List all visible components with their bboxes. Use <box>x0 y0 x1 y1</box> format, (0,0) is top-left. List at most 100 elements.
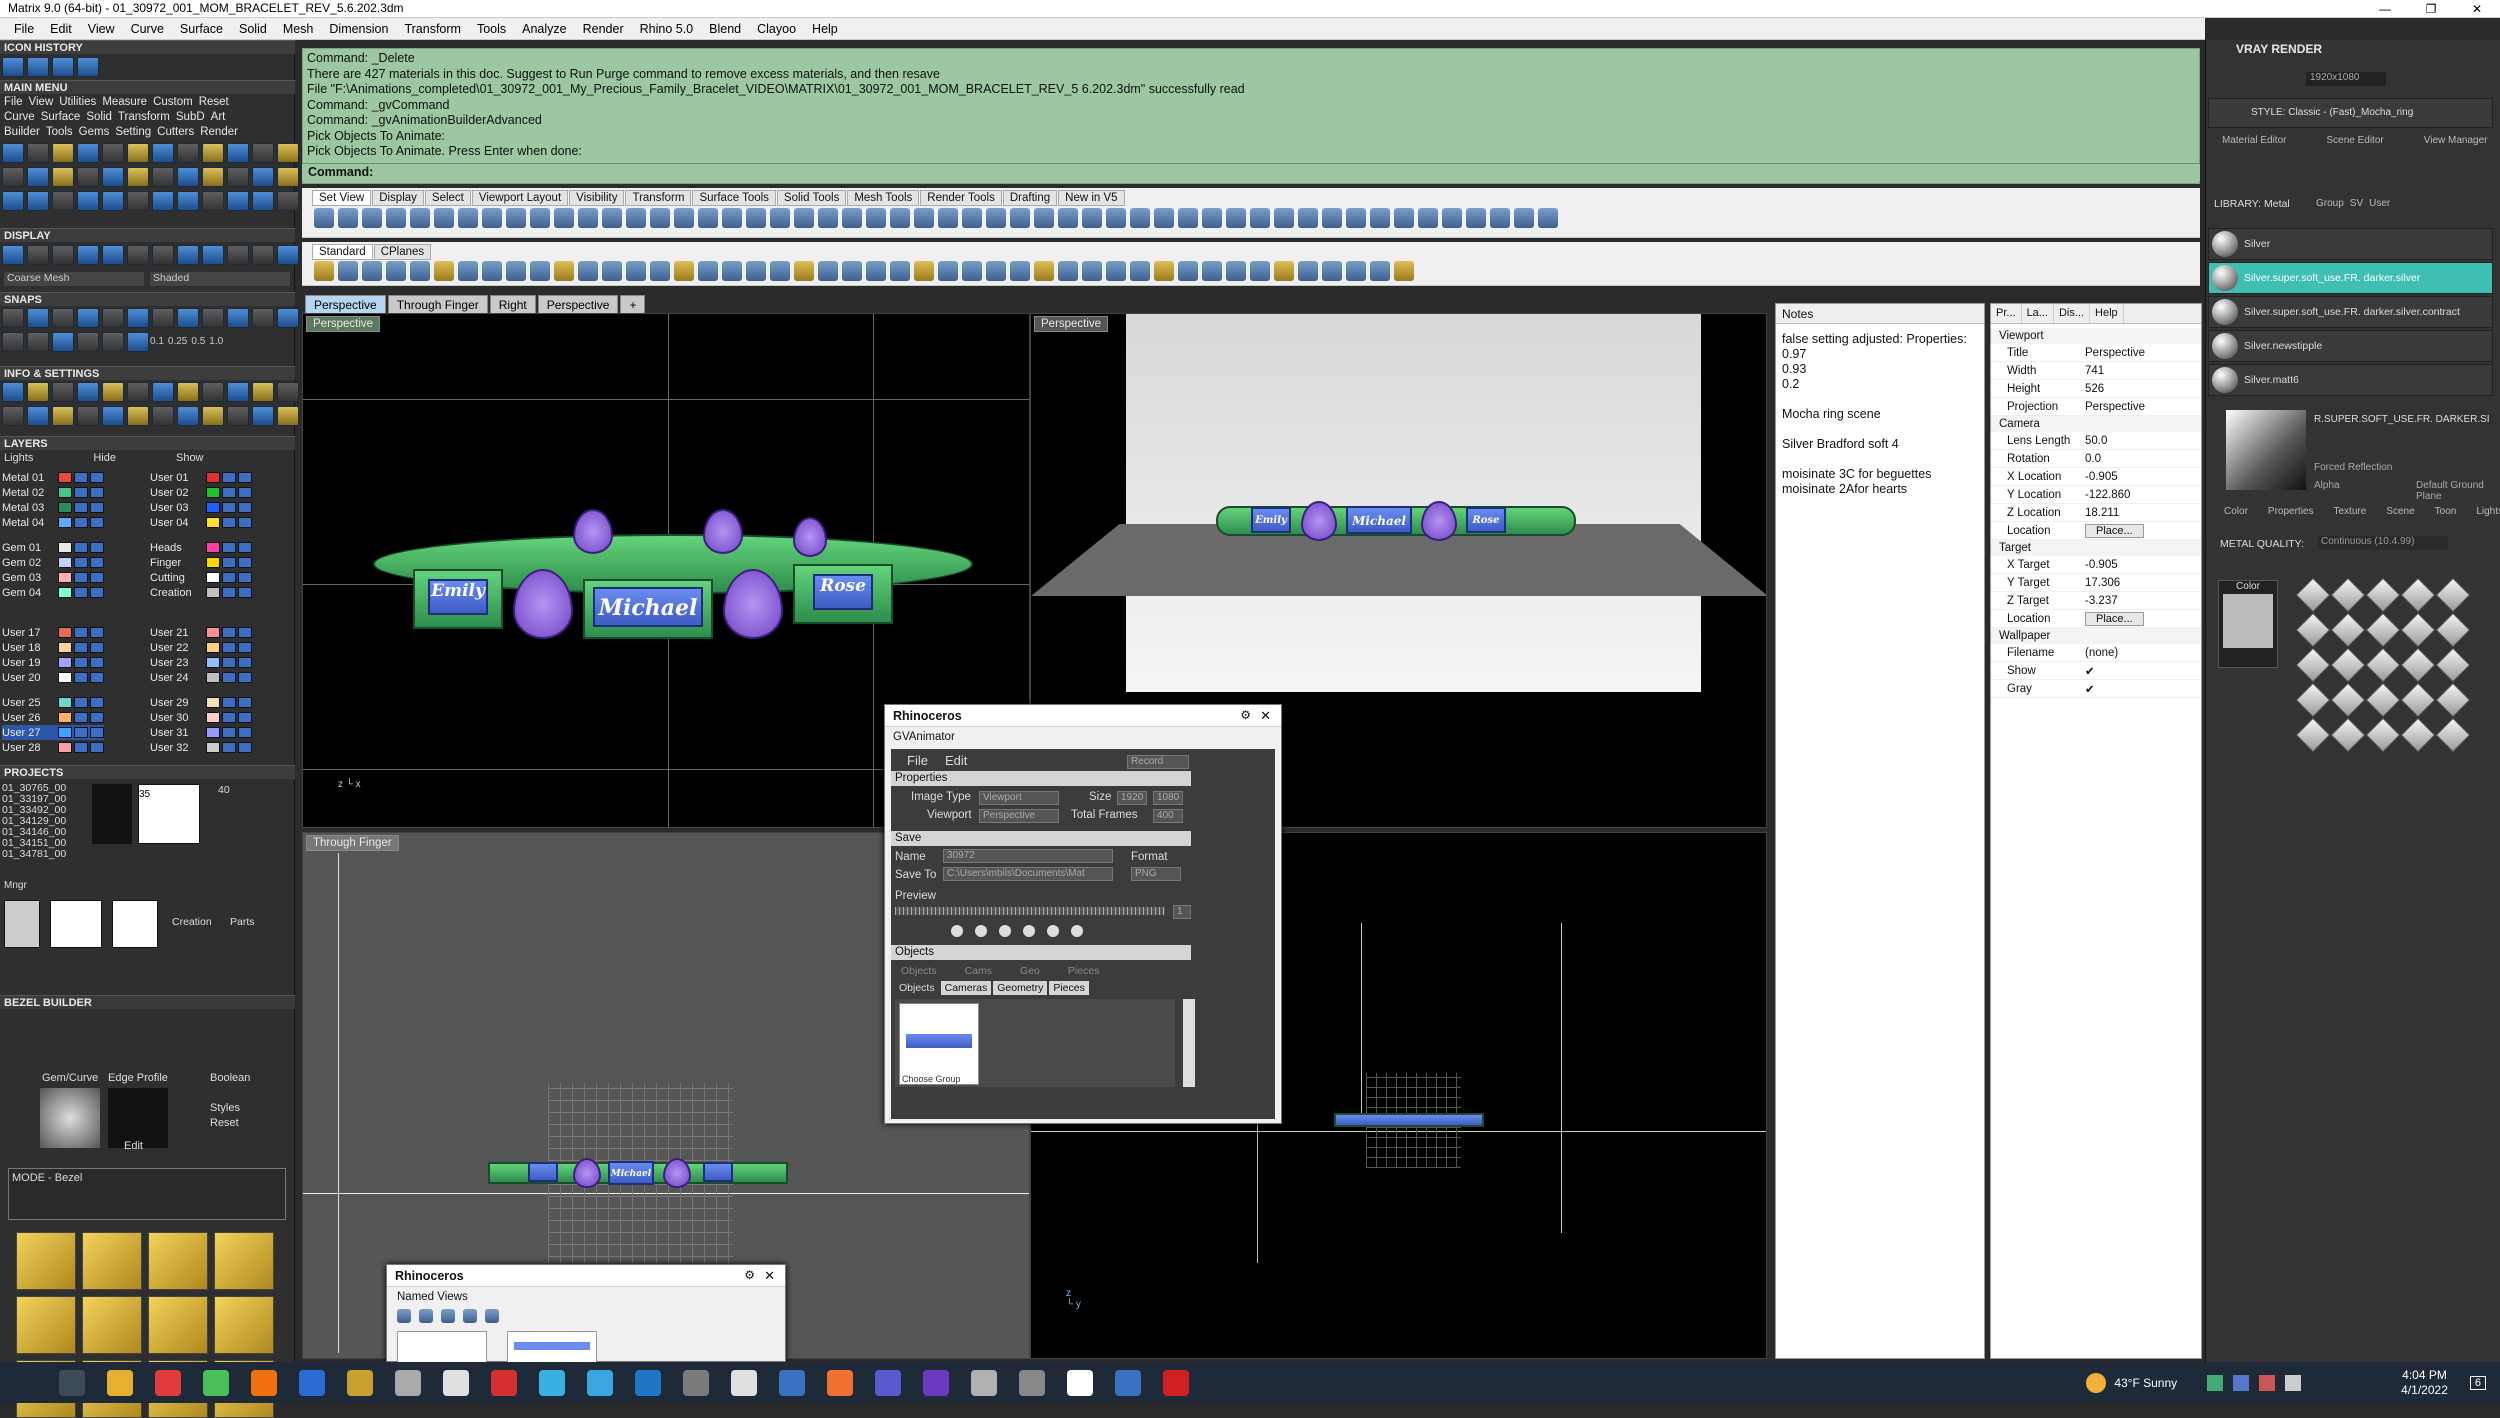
tool-icon[interactable] <box>202 406 224 426</box>
tool-icon[interactable] <box>202 245 224 265</box>
tool-icon[interactable] <box>27 406 49 426</box>
bezel-styles[interactable]: Styles <box>210 1102 240 1114</box>
property-value[interactable]: Place... <box>2081 611 2201 626</box>
first-frame-icon[interactable] <box>951 925 963 937</box>
snap-value[interactable]: 1.0 <box>209 336 223 347</box>
tab-standard[interactable]: Standard <box>312 244 373 260</box>
toolbar-tool-icon[interactable] <box>794 261 814 281</box>
tool-icon[interactable] <box>252 382 274 402</box>
layer-lock-icon[interactable] <box>90 627 104 638</box>
objects-scrollbar[interactable] <box>1183 999 1195 1087</box>
layer-visibility-icon[interactable] <box>74 697 88 708</box>
property-value[interactable]: -122.860 <box>2081 489 2201 501</box>
format-select[interactable]: PNG <box>1131 867 1181 881</box>
toolbar-tool-icon[interactable] <box>626 208 646 228</box>
layer-visibility-icon[interactable] <box>74 712 88 723</box>
toolbar-tool-icon[interactable] <box>1058 261 1078 281</box>
menu-transform[interactable]: Transform <box>396 22 469 36</box>
texture-swatch[interactable] <box>2366 613 2400 647</box>
toolbar-tab[interactable]: Select <box>424 190 471 206</box>
tool-icon[interactable] <box>27 332 49 352</box>
notes-text[interactable]: false setting adjusted: Properties: 0.97 0… <box>1776 324 1984 505</box>
layer-color-swatch[interactable] <box>206 572 220 583</box>
toolbar-tab[interactable]: Drafting <box>1002 190 1058 206</box>
property-row[interactable]: Z Location 18.211 <box>1991 504 2201 522</box>
toolbar-tab[interactable]: Transform <box>625 190 692 206</box>
texture-swatch[interactable] <box>2436 718 2470 752</box>
project-item[interactable]: 01_34781_00 <box>2 849 66 860</box>
menu-dimension[interactable]: Dimension <box>321 22 396 36</box>
snap-value[interactable]: 0.1 <box>150 336 164 347</box>
tool-icon[interactable] <box>202 308 224 328</box>
layer-lock-icon[interactable] <box>238 472 252 483</box>
taskbar-app-icon[interactable] <box>923 1369 949 1396</box>
layer-visibility-icon[interactable] <box>222 627 236 638</box>
toolbar-tab[interactable]: Set View <box>312 190 372 206</box>
tool-icon[interactable] <box>77 245 99 265</box>
bracelet-model[interactable]: Emily Michael Rose <box>373 509 973 649</box>
tool-icon[interactable] <box>102 332 124 352</box>
material-subtab[interactable]: Toon <box>2435 506 2457 517</box>
pause-icon[interactable] <box>999 925 1011 937</box>
layer-row[interactable]: Creation <box>150 585 252 600</box>
property-row[interactable]: Show ✔ <box>1991 662 2201 680</box>
tool-icon[interactable] <box>227 167 249 187</box>
texture-swatch[interactable] <box>2296 648 2330 682</box>
object-filter-button[interactable]: Pieces <box>1068 965 1100 977</box>
layer-row[interactable]: Gem 01 <box>2 540 104 555</box>
tray-icon[interactable] <box>2285 1374 2302 1391</box>
texture-swatch[interactable] <box>2296 578 2330 612</box>
tool-icon[interactable] <box>52 332 74 352</box>
named-view-thumb[interactable] <box>397 1331 487 1363</box>
toolbar-tool-icon[interactable] <box>866 261 886 281</box>
toolbar-tool-icon[interactable] <box>1370 261 1390 281</box>
tool-icon[interactable] <box>127 308 149 328</box>
bracelet-model[interactable]: Emily Michael Rose <box>1216 501 1576 541</box>
toolbar-tool-icon[interactable] <box>338 208 358 228</box>
toolbar-tool-icon[interactable] <box>938 261 958 281</box>
parts-thumb[interactable] <box>50 900 102 948</box>
layer-visibility-icon[interactable] <box>222 657 236 668</box>
property-value-text[interactable]: (none) <box>2085 647 2118 659</box>
taskbar-app-icon[interactable] <box>635 1369 661 1396</box>
property-value[interactable]: 18.211 <box>2081 507 2201 519</box>
taskbar-app-icon[interactable] <box>779 1369 805 1396</box>
layer-visibility-icon[interactable] <box>74 587 88 598</box>
toolbar-tool-icon[interactable] <box>1466 208 1486 228</box>
last-frame-icon[interactable] <box>1071 925 1083 937</box>
tool-icon[interactable] <box>277 245 299 265</box>
tool-icon[interactable] <box>177 308 199 328</box>
toolbar-tool-icon[interactable] <box>362 208 382 228</box>
layer-lock-icon[interactable] <box>90 472 104 483</box>
object-tab[interactable]: Geometry <box>993 981 1048 995</box>
snap-value[interactable]: 0.5 <box>191 336 205 347</box>
menu-rhino-5-0[interactable]: Rhino 5.0 <box>632 22 702 36</box>
project-thumb[interactable] <box>92 784 132 844</box>
taskbar-app-icon[interactable] <box>347 1369 373 1396</box>
layer-color-swatch[interactable] <box>206 542 220 553</box>
layer-lock-icon[interactable] <box>238 727 252 738</box>
texture-swatch[interactable] <box>2296 683 2330 717</box>
material-reflection[interactable]: Forced Reflection <box>2314 462 2392 473</box>
tool-icon[interactable] <box>252 245 274 265</box>
property-value-text[interactable]: Perspective <box>2085 347 2145 359</box>
toolbar-tool-icon[interactable] <box>434 208 454 228</box>
property-row[interactable]: Location Place... <box>1991 610 2201 628</box>
layer-lock-icon[interactable] <box>238 542 252 553</box>
bezel-tool-icon[interactable] <box>148 1232 208 1290</box>
layer-row[interactable]: Gem 02 <box>2 555 104 570</box>
layer-color-swatch[interactable] <box>58 712 72 723</box>
property-value-text[interactable]: -0.905 <box>2085 559 2118 571</box>
tool-icon[interactable] <box>127 143 149 163</box>
layer-row[interactable]: User 26 <box>2 710 104 725</box>
layer-color-swatch[interactable] <box>206 727 220 738</box>
tool-icon[interactable] <box>177 245 199 265</box>
tool-icon[interactable] <box>152 406 174 426</box>
notification-badge[interactable]: 6 <box>2469 1375 2486 1390</box>
import-view-icon[interactable] <box>463 1309 477 1323</box>
layer-row[interactable]: User 19 <box>2 655 104 670</box>
layer-lock-icon[interactable] <box>238 502 252 513</box>
layer-row[interactable]: User 32 <box>150 740 252 755</box>
toolbar-tool-icon[interactable] <box>1202 261 1222 281</box>
layer-color-swatch[interactable] <box>58 727 72 738</box>
